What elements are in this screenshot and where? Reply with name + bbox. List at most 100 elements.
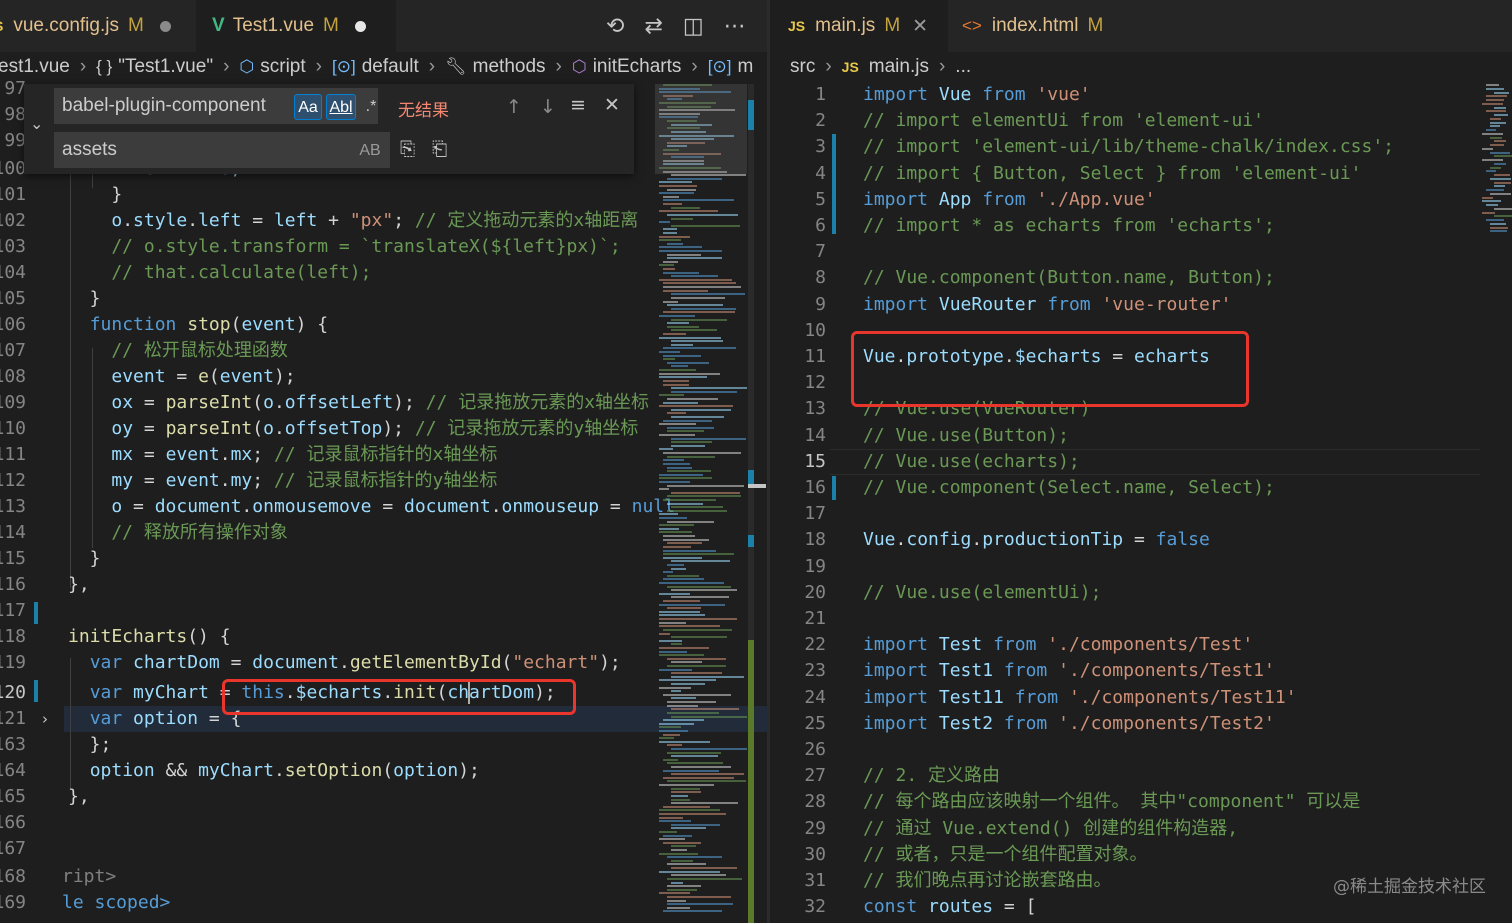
code-line: 109 ox = parseInt(o.offsetLeft); // 记录拖放… (0, 390, 767, 416)
tab-label: Test1.vue (232, 15, 315, 36)
whole-word-toggle[interactable]: Abl (326, 94, 356, 120)
code-text: ox = parseInt(o.offsetLeft); // 记录拖放元素的x… (111, 392, 650, 413)
regex-toggle[interactable]: .* (358, 94, 384, 120)
minimap-line (671, 802, 738, 805)
line-number: 109 (0, 392, 26, 413)
minimap-line (659, 686, 691, 689)
minimap-line (667, 885, 701, 888)
tab-index-html[interactable]: <> index.html M (948, 0, 1138, 52)
line-number: 24 (804, 686, 826, 708)
minimap-line (663, 578, 705, 581)
minimap-line (1486, 204, 1499, 206)
code-line: 163 }; (0, 732, 767, 758)
code-text: // Vue.use(elementUi); (863, 581, 1102, 603)
minimap-line (671, 881, 683, 884)
replace-icon[interactable]: ⎘ (400, 138, 415, 160)
minimap-line (663, 459, 684, 462)
minimap[interactable] (655, 84, 747, 923)
minimap-line (659, 737, 674, 740)
line-number: 12 (804, 372, 826, 394)
code-text: } (68, 548, 101, 569)
code-line: 29 // 通过 Vue.extend() 创建的组件构造器, (770, 816, 1512, 842)
highlight-box (222, 679, 576, 715)
minimap-line (659, 235, 690, 238)
minimap-line (671, 690, 682, 693)
preserve-case-toggle[interactable]: AB (356, 138, 384, 164)
unsaved-dot-icon[interactable] (159, 20, 171, 32)
breadcrumb-item[interactable]: initEcharts (593, 56, 682, 78)
minimap-line (663, 419, 712, 422)
minimap-line (659, 809, 721, 812)
code-line: 111 mx = event.mx; // 记录鼠标指针的x轴坐标 (0, 442, 767, 468)
minimap-line (1494, 106, 1506, 109)
breadcrumb-item[interactable]: main.js (869, 56, 929, 78)
code-text: }; (68, 734, 112, 755)
breadcrumb-item[interactable]: default (362, 56, 419, 78)
minimap-line (659, 654, 704, 657)
toggle-replace-chevron-icon[interactable]: ⌄ (30, 114, 48, 133)
code-line: 101 } (0, 182, 767, 208)
minimap-slider[interactable] (655, 84, 747, 174)
close-icon[interactable]: ✕ (604, 94, 620, 116)
find-in-selection-icon[interactable]: ≡ (570, 94, 586, 116)
minimap-line (659, 513, 678, 516)
minimap-line (667, 542, 702, 545)
breadcrumb-item[interactable]: est1.vue (0, 56, 70, 78)
find-input[interactable]: babel-plugin-component Aa Abl .* (54, 88, 378, 124)
breadcrumb-item[interactable]: "Test1.vue" (118, 56, 213, 78)
minimap-line (663, 628, 732, 631)
code-line: 1 import Vue from 'vue' (770, 82, 1512, 108)
breadcrumb-item[interactable]: methods (473, 56, 546, 78)
next-match-arrow-down-icon[interactable]: ↓ (540, 96, 556, 118)
fold-chevron-icon[interactable]: › (42, 710, 48, 728)
minimap-line (659, 729, 689, 732)
minimap-line (1490, 121, 1507, 124)
match-case-toggle[interactable]: Aa (294, 94, 322, 120)
minimap-line (667, 607, 702, 610)
minimap-line (659, 210, 719, 213)
minimap-line (671, 437, 746, 440)
breadcrumb-item[interactable]: script (260, 56, 305, 78)
line-number: 169 (0, 892, 26, 913)
history-icon[interactable]: ⟲ (606, 14, 624, 39)
minimap-line (659, 246, 703, 249)
minimap-line (667, 412, 687, 415)
split-editor-icon[interactable]: ◫ (683, 14, 704, 39)
code-text: le scoped> (62, 892, 171, 913)
minimap-line (663, 347, 736, 350)
code-line: 166 (0, 810, 767, 836)
unsaved-dot-icon[interactable] (354, 20, 366, 32)
previous-match-arrow-up-icon[interactable]: ↑ (506, 96, 522, 118)
minimap[interactable] (1478, 84, 1512, 234)
replace-all-icon[interactable]: ⎗ (432, 138, 447, 160)
more-icon[interactable]: ⋯ (724, 14, 746, 39)
minimap-line (663, 545, 691, 548)
close-icon[interactable]: ✕ (912, 15, 928, 38)
minimap-line (663, 499, 717, 501)
minimap-line (1494, 181, 1512, 184)
minimap-line (1482, 211, 1495, 214)
code-line: 7 (770, 239, 1512, 265)
minimap-line (667, 877, 743, 880)
code-line: 30 // 或者，只是一个组件配置对象。 (770, 842, 1512, 868)
tab-vue-config-js[interactable]: S vue.config.js M (0, 0, 190, 52)
code-text: } (68, 184, 123, 205)
vue-file-icon: V (212, 15, 225, 36)
breadcrumb-item[interactable]: m (737, 56, 753, 78)
minimap-line (671, 206, 700, 209)
minimap-line (671, 567, 686, 570)
replace-input[interactable]: assets AB (54, 132, 390, 168)
left-code-area[interactable]: 97 98 99 100 left = 10; 101 } 102 o.styl… (0, 78, 767, 923)
source-control-icon[interactable]: ⇄ (644, 14, 662, 39)
minimap-line (659, 812, 727, 815)
right-code-area[interactable]: 1 import Vue from 'vue' 2 // import element… (770, 82, 1512, 923)
breadcrumb-item[interactable]: src (790, 56, 815, 78)
tab-main-js[interactable]: JS main.js M ✕ (770, 0, 948, 52)
minimap-line (667, 253, 701, 256)
breadcrumb-item[interactable]: ... (955, 56, 971, 78)
editor-actions: ⟲ ⇄ ◫ ⋯ (606, 0, 746, 52)
tab-test1-vue[interactable]: V Test1.vue M (196, 0, 396, 52)
code-line: 106 function stop(event) { (0, 312, 767, 338)
code-line: 15 // Vue.use(echarts); (770, 449, 1512, 475)
line-number: 29 (804, 817, 826, 839)
